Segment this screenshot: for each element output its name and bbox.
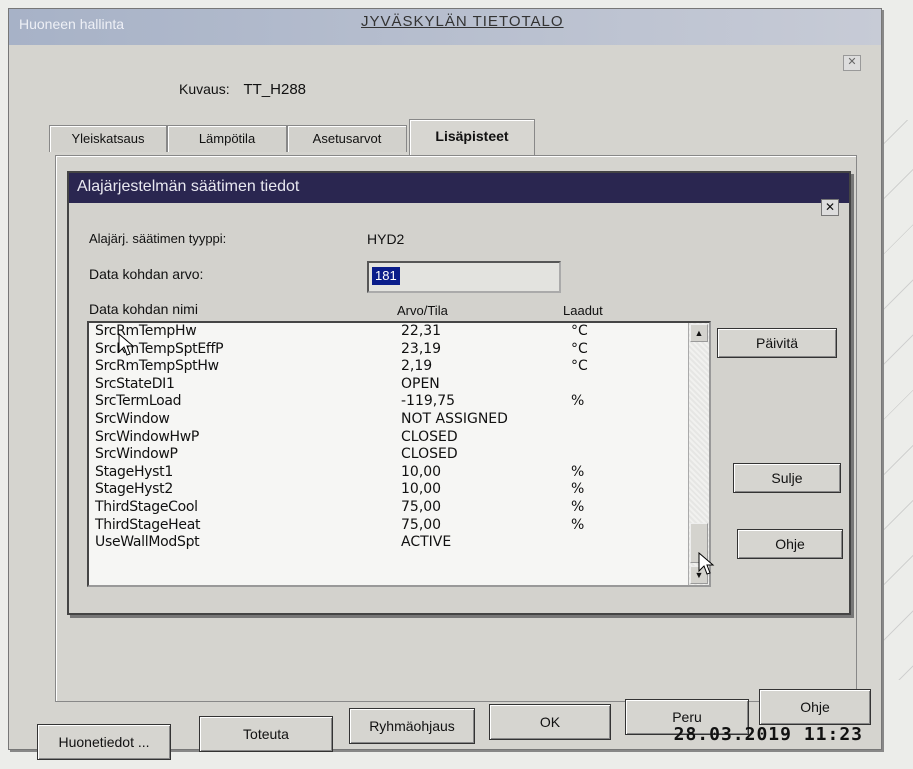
list-item[interactable]: ThirdStageHeat 75,00%: [89, 517, 709, 535]
list-item-value: NOT ASSIGNED: [401, 410, 508, 427]
list-item-unit: %: [571, 463, 585, 480]
controller-type-label: Alajärj. säätimen tyyppi:: [89, 231, 227, 246]
tab-overview[interactable]: Yleiskatsaus: [49, 125, 167, 152]
tab-setpoints[interactable]: Asetusarvot: [287, 125, 407, 152]
data-points-list[interactable]: SrcRmTempHw 22,31 °C SrcRmTempSptEffP 23,19 °…: [87, 321, 711, 587]
list-item-value: CLOSED: [401, 446, 458, 463]
window-title: Huoneen hallinta: [19, 16, 125, 32]
list-item[interactable]: StageHyst1 10,00%: [89, 464, 709, 482]
refresh-button[interactable]: Päivitä: [717, 328, 837, 358]
ok-button[interactable]: OK: [489, 704, 611, 740]
data-value-field[interactable]: 181: [367, 261, 561, 293]
list-item-name: StageHyst2: [95, 481, 173, 498]
timestamp: 28.03.2019 11:23: [673, 724, 863, 745]
brand-label: JYVÄSKYLÄN TIETOTALO: [361, 13, 564, 30]
mouse-pointer-icon: [698, 552, 715, 575]
list-scrollbar[interactable]: ▲ ▼: [688, 323, 709, 585]
list-item-unit: °C: [571, 358, 588, 375]
description-value: TT_H288: [243, 81, 307, 98]
list-item-name: SrcWindow: [95, 410, 170, 427]
data-value-text: 181: [372, 267, 400, 285]
list-item[interactable]: SrcTermLoad -119,75%: [89, 393, 709, 411]
list-item-name: SrcRmTempSptHw: [95, 358, 219, 375]
close-icon[interactable]: ✕: [843, 55, 861, 71]
window-titlebar: Huoneen hallinta JYVÄSKYLÄN TIETOTALO: [9, 9, 881, 45]
list-item-value: OPEN: [401, 375, 440, 392]
description-label: Kuvaus:: [179, 81, 230, 97]
tab-additional-points[interactable]: Lisäpisteet: [409, 119, 535, 156]
list-item[interactable]: ThirdStageCool 75,00%: [89, 499, 709, 517]
subsystem-controller-dialog: Alajärjestelmän säätimen tiedot ✕ Alajär…: [67, 171, 851, 615]
mouse-pointer-icon: [118, 333, 135, 356]
data-value-label: Data kohdan arvo:: [89, 266, 204, 282]
list-item-unit: °C: [571, 323, 588, 339]
room-info-button[interactable]: Huonetiedot ...: [37, 724, 171, 760]
list-item-name: SrcWindowP: [95, 446, 178, 463]
list-item-name: ThirdStageHeat: [95, 516, 201, 533]
list-item-value: 23,19: [401, 340, 442, 357]
list-item[interactable]: SrcRmTempSptEffP 23,19 °C: [89, 341, 709, 359]
column-header-unit: Laadut: [563, 303, 603, 318]
list-item-value: 10,00: [401, 481, 442, 498]
controller-type-value: HYD2: [367, 231, 405, 247]
apply-button[interactable]: Toteuta: [199, 716, 333, 752]
dialog-title: Alajärjestelmän säätimen tiedot: [69, 173, 849, 203]
list-item[interactable]: StageHyst2 10,00%: [89, 481, 709, 499]
column-header-value: Arvo/Tila: [397, 303, 448, 318]
close-button[interactable]: Sulje: [733, 463, 841, 493]
list-item-unit: %: [571, 481, 585, 498]
list-rows: SrcRmTempHw 22,31 °C SrcRmTempSptEffP 23,19 °…: [89, 323, 709, 552]
scroll-up-icon[interactable]: ▲: [690, 324, 708, 342]
list-item[interactable]: SrcRmTempHw 22,31 °C: [89, 323, 709, 341]
tab-temperature[interactable]: Lämpötila: [167, 125, 287, 152]
list-item-unit: °C: [571, 340, 588, 357]
list-item-name: SrcRmTempSptEffP: [95, 340, 224, 357]
list-item-name: SrcTermLoad: [95, 393, 182, 410]
list-item[interactable]: SrcRmTempSptHw 2,19 °C: [89, 358, 709, 376]
list-item[interactable]: SrcWindowP CLOSED: [89, 446, 709, 464]
list-item-name: SrcRmTempHw: [95, 323, 197, 339]
list-item[interactable]: UseWallModSpt ACTIVE: [89, 534, 709, 552]
list-item-name: UseWallModSpt: [95, 534, 200, 551]
column-header-name: Data kohdan nimi: [89, 301, 198, 317]
list-item[interactable]: SrcStateDI1 OPEN: [89, 376, 709, 394]
list-item-name: SrcStateDI1: [95, 375, 175, 392]
list-item-name: StageHyst1: [95, 463, 173, 480]
list-item-value: CLOSED: [401, 428, 458, 445]
list-item-value: 75,00: [401, 516, 442, 533]
description-row: Kuvaus: TT_H288: [179, 81, 306, 98]
list-item[interactable]: SrcWindowHwP CLOSED: [89, 429, 709, 447]
close-icon[interactable]: ✕: [821, 199, 839, 216]
list-item-value: 22,31: [401, 323, 442, 339]
list-item-value: 75,00: [401, 498, 442, 515]
list-item-unit: %: [571, 516, 585, 533]
list-item-value: 2,19: [401, 358, 433, 375]
list-item-name: SrcWindowHwP: [95, 428, 200, 445]
group-control-button[interactable]: Ryhmäohjaus: [349, 708, 475, 744]
help-footer-button[interactable]: Ohje: [759, 689, 871, 725]
help-button[interactable]: Ohje: [737, 529, 843, 559]
list-item-value: ACTIVE: [401, 534, 452, 551]
list-item[interactable]: SrcWindow NOT ASSIGNED: [89, 411, 709, 429]
room-management-window: Huoneen hallinta JYVÄSKYLÄN TIETOTALO ✕ …: [8, 8, 882, 760]
list-item-name: ThirdStageCool: [95, 498, 198, 515]
list-item-value: 10,00: [401, 463, 442, 480]
list-item-unit: %: [571, 498, 585, 515]
list-item-unit: %: [571, 393, 585, 410]
list-item-value: -119,75: [401, 393, 456, 410]
